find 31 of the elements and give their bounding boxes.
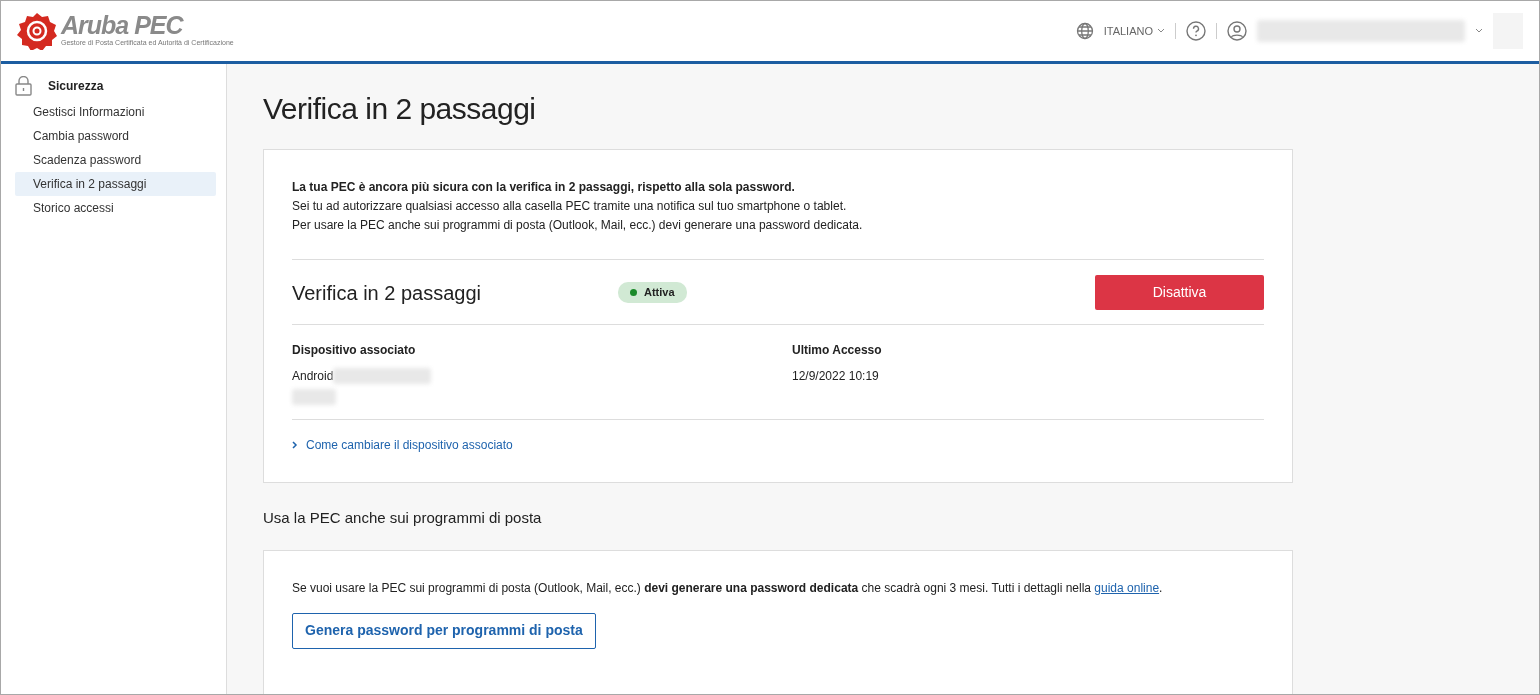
description-text: Se vuoi usare la PEC sui programmi di posta (Outlook, Mail, ecc.) devi generare una password dedicata che scadrà ogni 3 mesi. Tutti i dettagli nella guida online. [292, 579, 1164, 597]
globe-icon [1075, 22, 1094, 40]
language-selector[interactable]: ITALIANO [1103, 22, 1165, 40]
deactivate-button[interactable]: Disattiva [1095, 275, 1264, 310]
caret-icon [1157, 28, 1165, 34]
last-access-time: 12/9/2022 10:19 [792, 368, 880, 385]
sidebar-item[interactable]: Scadenza password [15, 148, 216, 172]
intro-text: La tua PEC è ancora più sicura con la verifica in 2 passaggi, rispetto alla sola password. [292, 179, 796, 196]
caret-icon[interactable] [1475, 28, 1483, 34]
intro-text: Sei tu ad autorizzare qualsiasi accesso alla casella PEC tramite una notifica sul tuo smartphone o tablet. [292, 198, 848, 215]
section-heading: Usa la PEC anche sui programmi di posta [263, 508, 543, 528]
section-title: Verifica in 2 passaggi [292, 280, 482, 306]
sidebar-item[interactable]: Storico accessi [15, 196, 216, 220]
status-badge: Attiva [618, 282, 687, 303]
sidebar-item[interactable]: Verifica in 2 passaggi [15, 172, 216, 196]
column-label: Dispositivo associato [292, 342, 417, 359]
intro-text: Per usare la PEC anche sui programmi di posta (Outlook, Mail, ecc.) devi generare una password dedicata. [292, 217, 864, 234]
help-icon[interactable] [1186, 21, 1206, 41]
logo-name: Aruba PEC [61, 13, 185, 39]
page-title: Verifica in 2 passaggi [263, 91, 537, 127]
lock-icon [15, 76, 32, 96]
help-link[interactable]: Come cambiare il dispositivo associato [292, 436, 513, 454]
user-icon[interactable] [1227, 21, 1247, 41]
generate-password-button[interactable]: Genera password per programmi di posta [292, 612, 596, 649]
device-name: Android [292, 368, 334, 385]
sidebar-item[interactable]: Cambia password [15, 124, 216, 148]
chevron-icon [292, 441, 298, 449]
logo-seal-icon [17, 12, 57, 50]
column-label: Ultimo Accesso [792, 342, 882, 359]
sidebar-item[interactable]: Gestisci Informazioni [15, 100, 216, 124]
sidebar-section-title: Sicurezza [48, 78, 104, 95]
